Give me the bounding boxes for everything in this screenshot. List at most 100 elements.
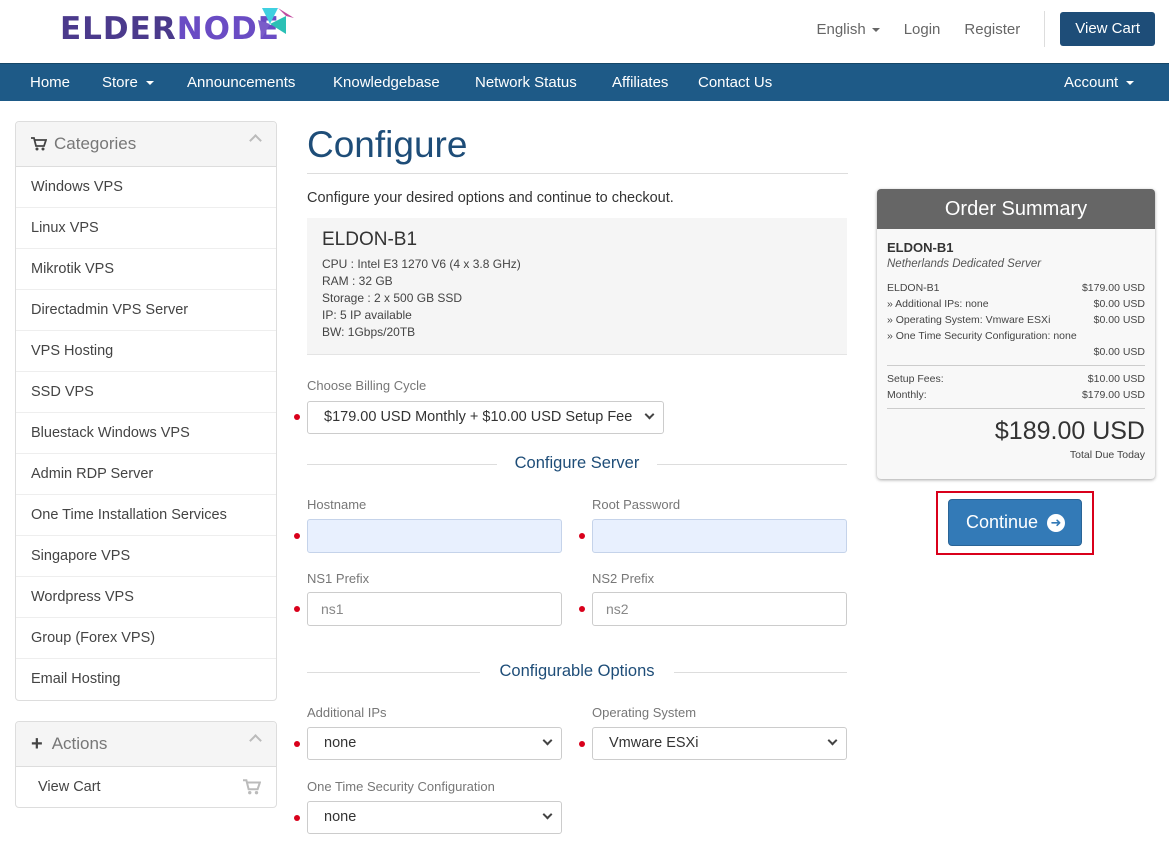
category-item[interactable]: Singapore VPS xyxy=(16,536,276,577)
chevron-down-icon xyxy=(1126,81,1135,86)
required-marker xyxy=(579,741,585,747)
chevron-up-icon[interactable] xyxy=(249,734,262,747)
category-item[interactable]: Windows VPS xyxy=(16,167,276,208)
required-marker xyxy=(294,414,300,420)
hostname-label: Hostname xyxy=(307,497,367,512)
required-marker xyxy=(294,815,300,821)
summary-divider xyxy=(887,365,1145,366)
category-item[interactable]: One Time Installation Services xyxy=(16,495,276,536)
operating-system-label: Operating System xyxy=(592,705,697,720)
plus-icon: + xyxy=(31,732,43,755)
register-link[interactable]: Register xyxy=(964,21,1020,38)
logo-triangles-icon xyxy=(258,8,294,38)
summary-product-group: Netherlands Dedicated Server xyxy=(887,258,1042,270)
summary-total: $189.00 USD xyxy=(994,417,1145,445)
categories-panel: Categories Windows VPS Linux VPS Mikroti… xyxy=(15,121,277,701)
summary-divider xyxy=(887,408,1145,409)
hostname-input[interactable] xyxy=(307,519,562,553)
product-name: ELDON-B1 xyxy=(322,229,418,250)
chevron-up-icon[interactable] xyxy=(249,134,262,147)
intro-text: Configure your desired options and conti… xyxy=(307,190,674,206)
actions-panel-header[interactable]: + Actions xyxy=(16,722,276,767)
summary-product-name: ELDON-B1 xyxy=(887,240,954,255)
summary-line: » Additional IPs: none $0.00 USD xyxy=(887,298,1145,310)
additional-ips-label: Additional IPs xyxy=(307,705,387,720)
category-item[interactable]: Bluestack Windows VPS xyxy=(16,413,276,454)
billing-cycle-label: Choose Billing Cycle xyxy=(307,378,427,393)
eldernode-logo[interactable]: ELDERNODE xyxy=(60,6,294,50)
nav-network-status[interactable]: Network Status xyxy=(475,64,577,101)
ns1-input[interactable] xyxy=(307,592,562,626)
ns2-input[interactable] xyxy=(592,592,847,626)
product-info-box: ELDON-B1 CPU : Intel E3 1270 V6 (4 x 3.8… xyxy=(307,218,847,355)
required-marker xyxy=(579,533,585,539)
login-link[interactable]: Login xyxy=(904,21,941,38)
security-config-label: One Time Security Configuration xyxy=(307,779,495,794)
category-item[interactable]: SSD VPS xyxy=(16,372,276,413)
shopping-cart-icon xyxy=(243,779,261,795)
summary-line: ELDON-B1 $179.00 USD xyxy=(887,282,1145,294)
required-marker xyxy=(579,606,585,612)
product-spec: IP: 5 IP available xyxy=(322,308,412,322)
configurable-options-heading: Configurable Options xyxy=(307,662,847,682)
nav-contact-us[interactable]: Contact Us xyxy=(698,64,772,101)
security-config-select[interactable]: none xyxy=(307,801,562,834)
actions-panel: + Actions View Cart xyxy=(15,721,277,808)
product-spec: Storage : 2 x 500 GB SSD xyxy=(322,291,463,305)
root-password-input[interactable] xyxy=(592,519,847,553)
category-item[interactable]: Wordpress VPS xyxy=(16,577,276,618)
nav-store[interactable]: Store xyxy=(102,64,154,101)
summary-line: » One Time Security Configuration: none xyxy=(887,330,1077,342)
product-spec: BW: 1Gbps/20TB xyxy=(322,325,416,339)
page-title: Configure xyxy=(307,124,468,165)
chevron-down-icon xyxy=(644,409,655,420)
chevron-down-icon xyxy=(145,81,154,86)
chevron-down-icon xyxy=(542,735,553,746)
category-item[interactable]: Admin RDP Server xyxy=(16,454,276,495)
billing-cycle-select[interactable]: $179.00 USD Monthly + $10.00 USD Setup F… xyxy=(307,401,664,434)
continue-button[interactable]: Continue ➜ xyxy=(948,499,1082,546)
ns2-label: NS2 Prefix xyxy=(592,571,655,586)
site-header: ELDERNODE English Login Register View Ca… xyxy=(0,0,1169,63)
shopping-cart-icon xyxy=(31,137,47,151)
summary-line: $0.00 USD xyxy=(1093,346,1145,358)
category-item[interactable]: Group (Forex VPS) xyxy=(16,618,276,659)
root-password-label: Root Password xyxy=(592,497,681,512)
summary-total-caption: Total Due Today xyxy=(1069,449,1145,461)
operating-system-select[interactable]: Vmware ESXi xyxy=(592,727,847,760)
chevron-down-icon xyxy=(827,735,838,746)
required-marker xyxy=(294,606,300,612)
action-view-cart[interactable]: View Cart xyxy=(16,767,276,808)
nav-affiliates[interactable]: Affiliates xyxy=(612,64,668,101)
configure-server-heading: Configure Server xyxy=(307,454,847,474)
nav-account[interactable]: Account xyxy=(1064,64,1135,101)
summary-monthly: Monthly: $179.00 USD xyxy=(887,389,1145,401)
product-spec: CPU : Intel E3 1270 V6 (4 x 3.8 GHz) xyxy=(322,257,521,271)
summary-setup-fees: Setup Fees: $10.00 USD xyxy=(887,373,1145,385)
arrow-circle-right-icon: ➜ xyxy=(1047,514,1065,532)
category-item[interactable]: Linux VPS xyxy=(16,208,276,249)
required-marker xyxy=(294,741,300,747)
nav-knowledgebase[interactable]: Knowledgebase xyxy=(333,64,440,101)
additional-ips-select[interactable]: none xyxy=(307,727,562,760)
category-item[interactable]: Email Hosting xyxy=(16,659,276,700)
required-marker xyxy=(294,533,300,539)
summary-line: » Operating System: Vmware ESXi $0.00 USD xyxy=(887,314,1145,326)
order-summary: Order Summary ELDON-B1 Netherlands Dedic… xyxy=(877,189,1155,479)
ns1-label: NS1 Prefix xyxy=(307,571,370,586)
product-spec: RAM : 32 GB xyxy=(322,274,393,288)
header-divider xyxy=(1044,11,1046,47)
view-cart-button[interactable]: View Cart xyxy=(1060,12,1155,46)
order-summary-title: Order Summary xyxy=(877,189,1155,229)
chevron-down-icon xyxy=(871,27,880,32)
language-dropdown[interactable]: English xyxy=(816,21,880,38)
category-list: Windows VPS Linux VPS Mikrotik VPS Direc… xyxy=(16,167,276,700)
categories-panel-header[interactable]: Categories xyxy=(16,122,276,167)
nav-announcements[interactable]: Announcements xyxy=(187,64,295,101)
main-navbar: Home Store Announcements Knowledgebase N… xyxy=(0,63,1169,101)
category-item[interactable]: Mikrotik VPS xyxy=(16,249,276,290)
chevron-down-icon xyxy=(542,809,553,820)
category-item[interactable]: VPS Hosting xyxy=(16,331,276,372)
nav-home[interactable]: Home xyxy=(30,64,70,101)
category-item[interactable]: Directadmin VPS Server xyxy=(16,290,276,331)
